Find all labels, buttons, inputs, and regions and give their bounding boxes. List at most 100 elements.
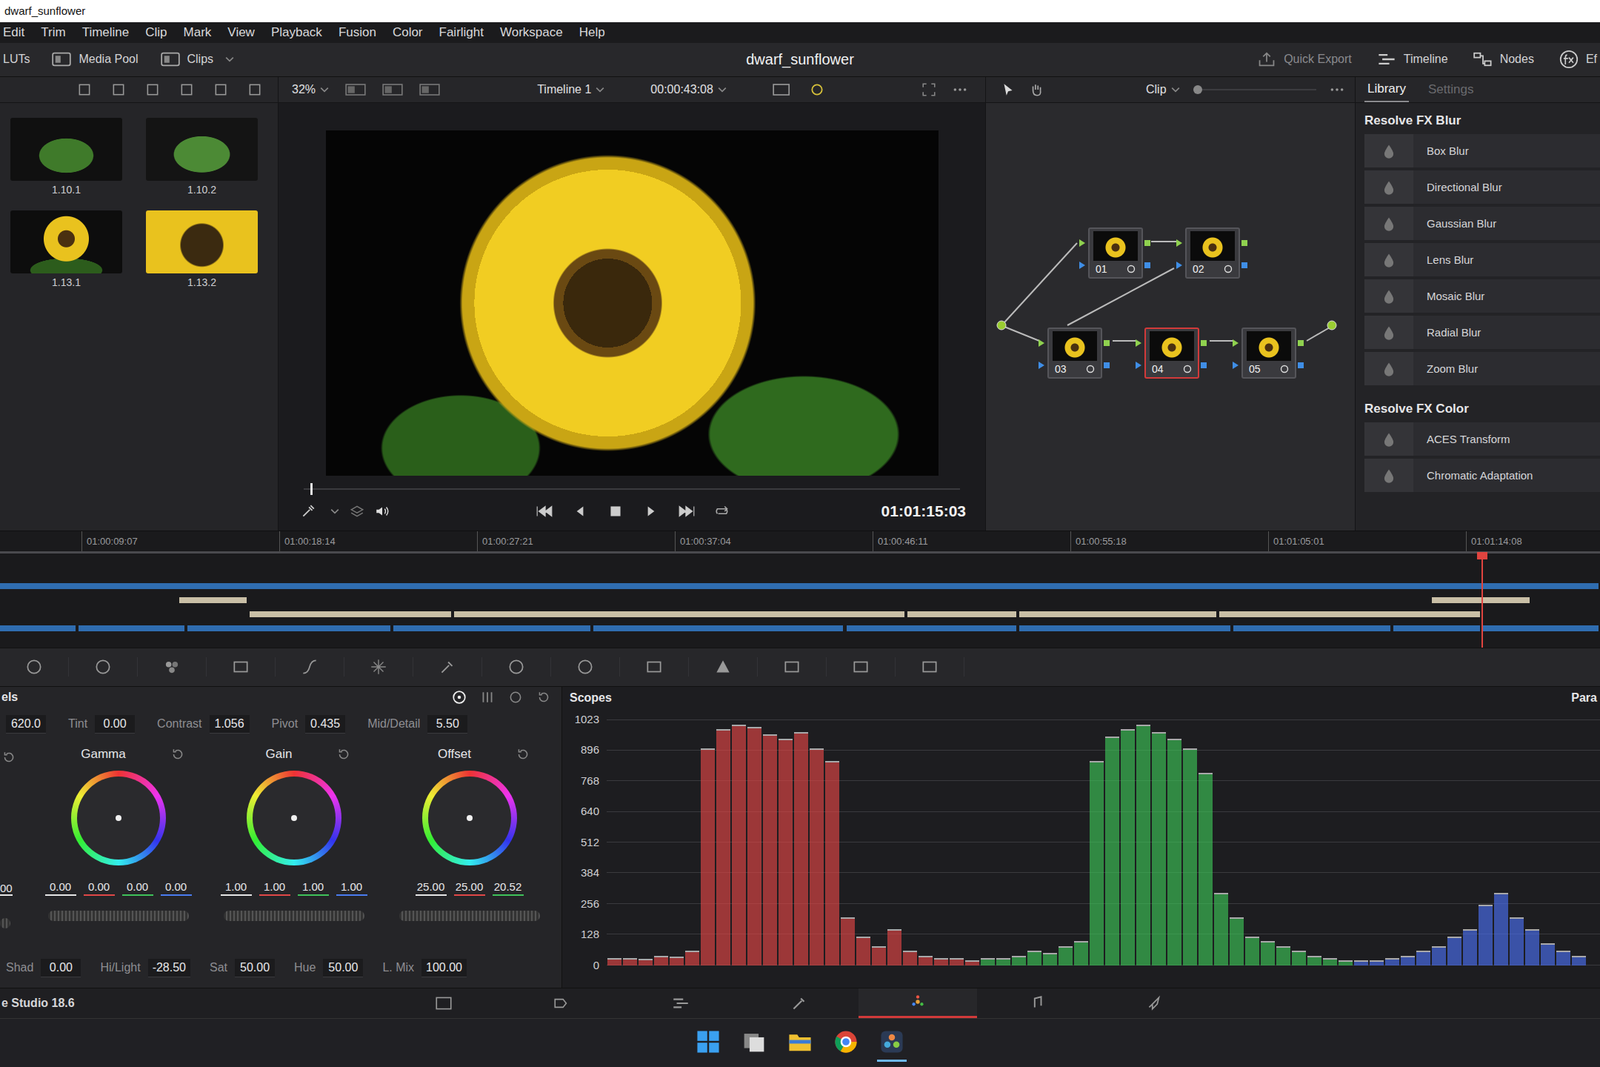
color-node[interactable]: 01 [1088, 227, 1143, 279]
palette-button[interactable] [344, 657, 414, 677]
taskbar-app[interactable] [831, 1024, 861, 1062]
clip[interactable] [0, 625, 78, 632]
rgb-input[interactable] [1079, 239, 1086, 247]
wheels-mode-icon[interactable] [451, 689, 467, 705]
clip[interactable] [1219, 611, 1482, 618]
toolbar-button[interactable]: Media Pool [51, 51, 138, 68]
effect-item[interactable]: Radial Blur [1364, 315, 1600, 349]
param-field[interactable]: L. Mix100.00 [382, 958, 467, 978]
clip[interactable] [249, 611, 453, 618]
reset-icon[interactable] [170, 746, 186, 762]
param-value[interactable]: 0.00 [94, 714, 135, 734]
toolbar-button[interactable]: Nodes [1473, 51, 1535, 68]
page-button[interactable] [1095, 988, 1215, 1019]
rgb-input[interactable] [1135, 339, 1142, 347]
rgb-input[interactable] [1176, 239, 1183, 247]
wheel-value[interactable]: 25.00 [415, 880, 447, 896]
page-button[interactable] [858, 988, 978, 1019]
more-icon[interactable] [1329, 82, 1345, 98]
lift-value[interactable]: 00 [0, 881, 13, 896]
palette-button[interactable] [895, 657, 965, 677]
param-field[interactable]: Hue50.00 [294, 958, 363, 978]
gallery-tool-icon[interactable] [145, 82, 160, 98]
key-output[interactable] [1241, 262, 1248, 269]
wheel-puck[interactable] [115, 814, 122, 821]
gallery-tool-icon[interactable] [213, 82, 229, 98]
duration-select[interactable]: 00:00:43:08 [650, 82, 727, 97]
palette-button[interactable] [137, 657, 207, 677]
palette-button[interactable] [413, 657, 483, 677]
zoom-slider[interactable] [1193, 88, 1317, 91]
param-value[interactable]: 50.00 [234, 958, 275, 978]
skip-start-icon[interactable] [535, 504, 554, 518]
toolbar-button[interactable]: Clips [160, 51, 235, 68]
wheel-value[interactable]: 1.00 [220, 880, 252, 896]
wheel-value[interactable]: 25.00 [454, 880, 486, 896]
loop-icon[interactable] [713, 504, 732, 518]
rgb-output[interactable] [1297, 340, 1304, 346]
scrubber-knob[interactable] [310, 482, 313, 495]
color-wheel[interactable] [246, 770, 342, 866]
playhead-marker[interactable] [1477, 551, 1488, 560]
scrubber[interactable] [303, 488, 960, 490]
clip[interactable] [393, 625, 592, 632]
clip[interactable] [846, 625, 1018, 632]
clip[interactable] [179, 597, 249, 603]
master-jog[interactable] [399, 910, 540, 921]
param-field[interactable]: Contrast1.056 [157, 714, 249, 734]
param-field[interactable]: Tint0.00 [68, 714, 135, 734]
stop-icon[interactable] [606, 504, 625, 518]
key-output[interactable] [1200, 362, 1207, 369]
menu-item[interactable]: Playback [271, 25, 323, 40]
layout-icon[interactable] [419, 82, 440, 98]
library-tab[interactable]: Library [1364, 77, 1409, 103]
page-button[interactable] [384, 988, 503, 1019]
scope-mode[interactable]: Para [1571, 691, 1598, 705]
menu-item[interactable]: Fusion [338, 25, 377, 40]
wheel-puck[interactable] [466, 814, 473, 821]
effect-item[interactable]: Directional Blur [1364, 170, 1600, 204]
reverse-icon[interactable] [571, 504, 589, 518]
rgb-input[interactable] [1232, 339, 1239, 347]
key-input[interactable] [1135, 361, 1142, 369]
wheel-value[interactable]: 1.00 [336, 880, 368, 896]
layers-icon[interactable] [349, 503, 365, 519]
palette-button[interactable] [482, 657, 552, 677]
param-value[interactable]: 1.056 [209, 714, 250, 734]
palette-button[interactable] [68, 657, 138, 677]
fullscreen-icon[interactable] [921, 82, 937, 98]
effect-item[interactable]: Mosaic Blur [1364, 279, 1600, 313]
loop-icon[interactable] [809, 82, 825, 98]
reset-icon[interactable] [1, 749, 17, 765]
palette-button[interactable] [275, 657, 345, 677]
node-mode-select[interactable]: Clip [1145, 82, 1180, 97]
palette-button[interactable] [826, 657, 896, 677]
gallery-tool-icon[interactable] [111, 82, 126, 98]
menu-item[interactable]: Help [579, 25, 606, 40]
gallery-still[interactable]: 1.10.2 [145, 117, 258, 196]
color-wheel[interactable] [422, 770, 518, 866]
key-input[interactable] [1038, 361, 1045, 369]
display-icon[interactable] [772, 82, 794, 98]
color-wheel[interactable] [71, 770, 166, 866]
effect-item[interactable]: Lens Blur [1364, 242, 1600, 277]
effect-item[interactable]: Chromatic Adaptation [1364, 458, 1600, 492]
pointer-icon[interactable] [1000, 82, 1016, 98]
gallery-still[interactable]: 1.13.2 [145, 210, 258, 289]
play-icon[interactable] [642, 504, 660, 518]
wheel-value[interactable]: 1.00 [297, 880, 329, 896]
wheel-value[interactable]: 0.00 [122, 880, 154, 896]
wheel-value[interactable]: 0.00 [45, 880, 77, 896]
color-node[interactable]: 04 [1144, 327, 1200, 379]
gallery-tool-icon[interactable] [179, 82, 195, 98]
clip[interactable] [1482, 625, 1600, 632]
log-mode-icon[interactable] [508, 689, 523, 705]
effect-item[interactable]: Box Blur [1364, 134, 1600, 168]
key-input[interactable] [1176, 261, 1183, 269]
param-value[interactable]: 5.50 [427, 714, 468, 734]
menu-item[interactable]: Fairlight [439, 25, 484, 40]
picker-icon[interactable] [300, 503, 316, 519]
toolbar-button[interactable]: Timeline [1377, 51, 1449, 68]
param-field[interactable]: Hi/Light-28.50 [100, 958, 191, 978]
rgb-output[interactable] [1241, 240, 1248, 246]
